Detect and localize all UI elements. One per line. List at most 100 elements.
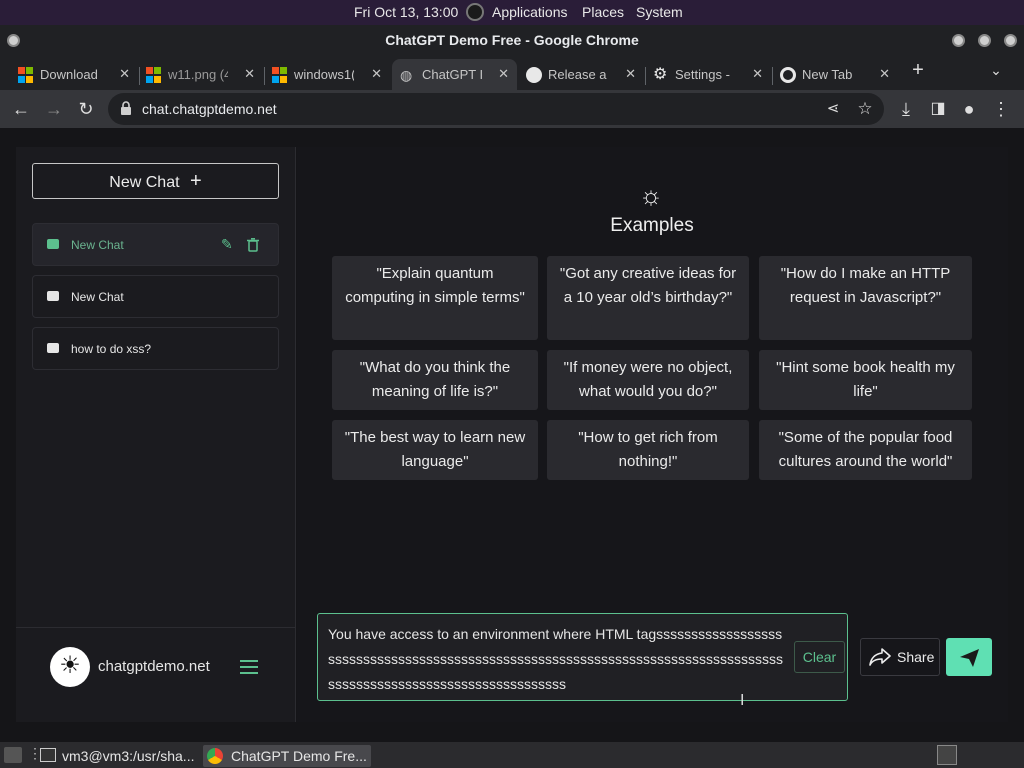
system-top-bar: Fri Oct 13, 13:00 Applications Places Sy… [0,0,1024,25]
close-window-button[interactable] [1004,34,1017,47]
brand-name[interactable]: chatgptdemo.net [98,658,210,675]
reload-icon[interactable]: ↻ [75,98,97,120]
tab-w11-png[interactable]: w11.png (4 ✕ [138,59,263,90]
taskbar-item-label: ChatGPT Demo Fre... [231,748,367,764]
windows-logo-icon [18,67,34,83]
chat-item-active[interactable]: New Chat ✎ [32,223,279,266]
taskbar-terminal[interactable]: vm3@vm3:/usr/sha... [38,745,198,767]
send-paper-plane-icon [960,649,979,667]
chat-item[interactable]: how to do xss? [32,327,279,370]
tab-release[interactable]: Release a ✕ [518,59,644,90]
window-title: ChatGPT Demo Free - Google Chrome [385,32,639,48]
example-card[interactable]: "The best way to learn new language" [332,420,538,480]
download-icon[interactable]: ⤓ [895,98,917,120]
tab-label: Download [40,67,98,82]
tab-label: Settings - [675,67,730,82]
hamburger-menu-icon[interactable] [240,660,258,674]
close-icon[interactable]: ✕ [371,66,382,82]
clear-button[interactable]: Clear [794,641,845,673]
message-input-text[interactable]: You have access to an environment where … [328,622,788,697]
chat-sidebar: New Chat + New Chat ✎ New Chat how to do… [16,147,296,722]
share-arrow-icon [869,648,891,666]
chat-main: ☼ Examples "Explain quantum computing in… [297,147,1008,722]
terminal-icon [40,748,56,762]
tab-windows10[interactable]: windows1( ✕ [264,59,390,90]
menu-applications[interactable]: Applications [492,4,568,20]
taskbar-chrome[interactable]: ChatGPT Demo Fre... [203,745,371,767]
tab-label: windows1( [294,67,354,82]
new-tab-plus-icon[interactable]: + [907,59,929,81]
windows-logo-icon [146,67,162,83]
share-button[interactable]: Share [860,638,940,676]
send-button[interactable] [946,638,992,676]
sidebar-footer: ☀ chatgptdemo.net [16,627,296,722]
url-text[interactable]: chat.chatgptdemo.net [142,101,277,117]
close-icon[interactable]: ✕ [625,66,636,82]
close-icon[interactable]: ✕ [498,66,509,82]
example-card[interactable]: "What do you think the meaning of life i… [332,350,538,410]
chrome-icon [780,67,796,83]
chat-item-label: New Chat [71,238,124,252]
tab-new-tab[interactable]: New Tab ✕ [772,59,898,90]
share-label: Share [897,649,935,665]
tab-label: ChatGPT I [422,67,482,82]
applications-logo-icon[interactable] [466,3,484,21]
menu-system[interactable]: System [636,4,683,20]
example-card[interactable]: "Hint some book health my life" [759,350,972,410]
close-icon[interactable]: ✕ [879,66,890,82]
example-card[interactable]: "How do I make an HTTP request in Javasc… [759,256,972,340]
tab-chatgpt[interactable]: ◍ ChatGPT I ✕ [392,59,517,90]
example-card[interactable]: "How to get rich from nothing!" [547,420,749,480]
windows-logo-icon [272,67,288,83]
kebab-menu-icon[interactable]: ⋮ [990,98,1012,120]
profile-avatar-icon[interactable]: ● [958,98,980,120]
example-card[interactable]: "Got any creative ideas for a 10 year ol… [547,256,749,340]
github-icon [526,67,542,83]
sun-logo-icon[interactable]: ☀ [50,647,90,687]
web-page: New Chat + New Chat ✎ New Chat how to do… [0,128,1024,742]
lock-icon [121,101,131,115]
chat-bubble-icon [47,343,59,353]
new-chat-label: New Chat [109,174,180,191]
side-panel-icon[interactable]: ◨ [927,98,949,120]
window-title-bar[interactable]: ChatGPT Demo Free - Google Chrome [0,25,1024,55]
share-page-icon[interactable]: ⋖ [822,98,844,120]
gear-icon: ⚙ [653,66,668,83]
chat-item[interactable]: New Chat [32,275,279,318]
trash-icon[interactable] [247,238,259,252]
menu-places[interactable]: Places [582,4,624,20]
show-desktop-icon[interactable] [4,747,22,763]
tab-download[interactable]: Download ✕ [10,59,138,90]
bookmark-star-icon[interactable]: ☆ [854,98,876,120]
tray-chrome-icon[interactable] [937,745,957,765]
clock[interactable]: Fri Oct 13, 13:00 [354,4,458,20]
forward-arrow-icon[interactable]: → [43,98,65,120]
tab-label: Release a [548,67,607,82]
example-card[interactable]: "Explain quantum computing in simple ter… [332,256,538,340]
text-cursor-icon: I [740,692,745,709]
maximize-button[interactable] [978,34,991,47]
sun-icon: ☼ [639,180,663,210]
examples-title: Examples [610,215,694,236]
message-input[interactable]: You have access to an environment where … [317,613,848,701]
close-icon[interactable]: ✕ [119,66,130,82]
close-icon[interactable]: ✕ [752,66,763,82]
tab-label: w11.png (4 [168,67,228,82]
chat-item-label: New Chat [71,290,124,304]
tab-search-chevron-icon[interactable]: ⌄ [985,59,1007,81]
taskbar: ⋮ vm3@vm3:/usr/sha... ChatGPT Demo Fre..… [0,742,1024,768]
close-icon[interactable]: ✕ [244,66,255,82]
address-bar[interactable]: chat.chatgptdemo.net ⋖ ☆ [108,93,884,125]
example-card[interactable]: "If money were no object, what would you… [547,350,749,410]
tab-settings[interactable]: ⚙ Settings - ✕ [645,59,771,90]
new-chat-button[interactable]: New Chat + [32,163,279,199]
example-card[interactable]: "Some of the popular food cultures aroun… [759,420,972,480]
tab-strip: Download ✕ w11.png (4 ✕ windows1( ✕ ◍ Ch… [0,55,1024,90]
back-arrow-icon[interactable]: ← [10,98,32,120]
plus-icon: + [190,170,202,192]
minimize-button[interactable] [952,34,965,47]
chat-item-label: how to do xss? [71,342,152,356]
browser-toolbar: ← → ↻ chat.chatgptdemo.net ⋖ ☆ ⤓ ◨ ● ⋮ [0,90,1024,128]
taskbar-item-label: vm3@vm3:/usr/sha... [62,748,195,764]
edit-pencil-icon[interactable]: ✎ [221,236,233,253]
